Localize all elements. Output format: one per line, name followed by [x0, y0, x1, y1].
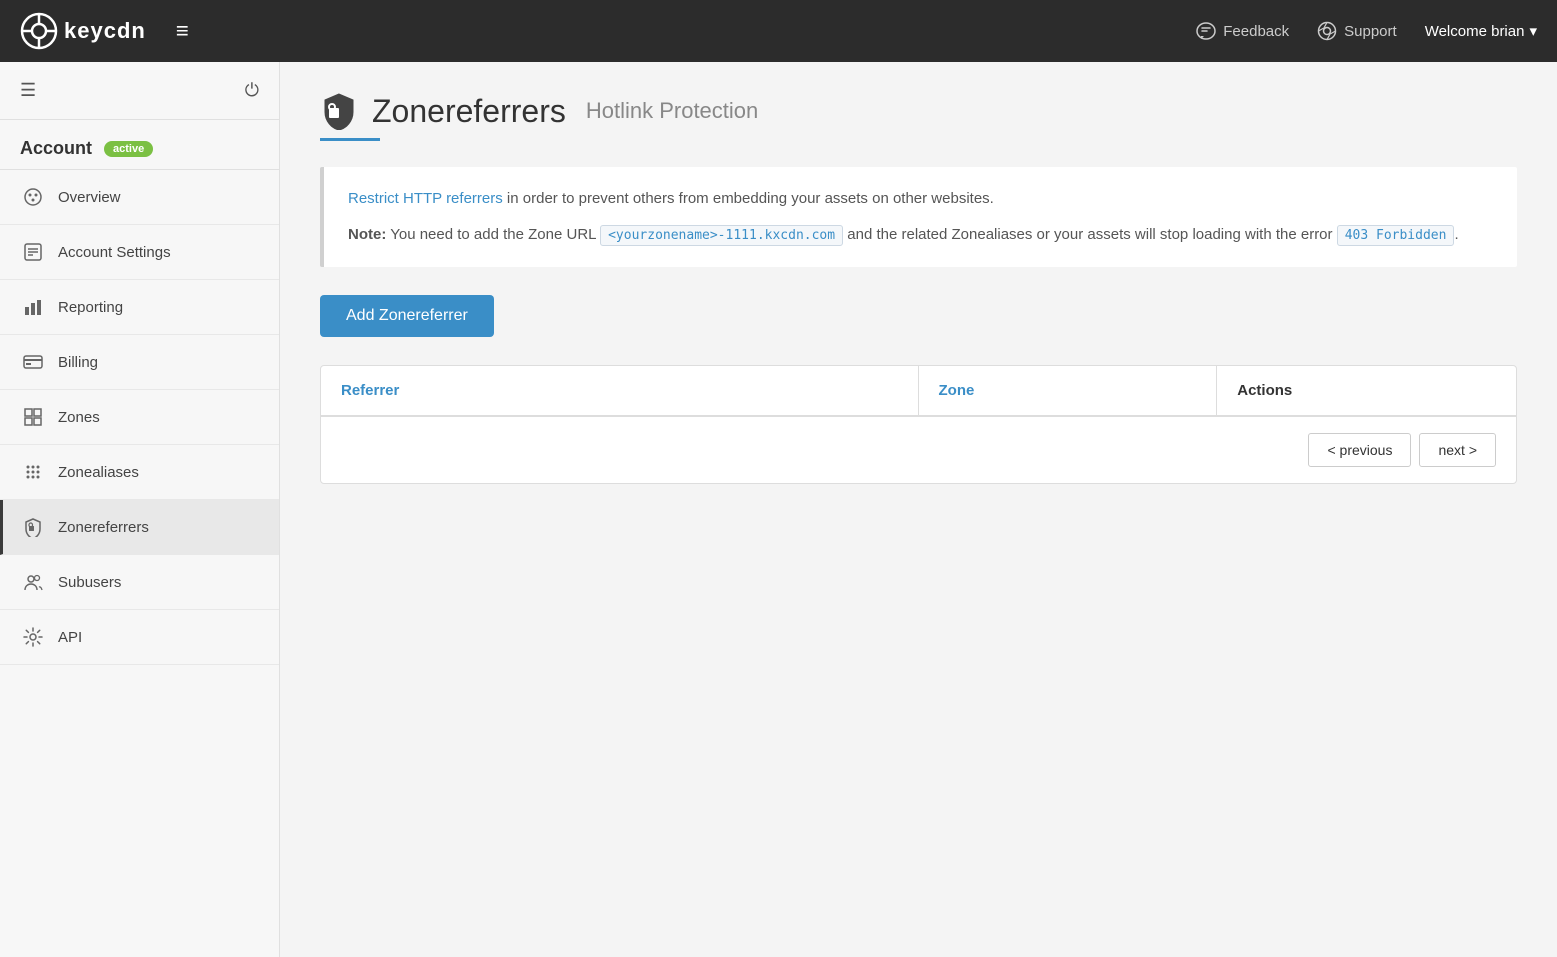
zone-url-code: <yourzonename>-1111.kxcdn.com: [600, 225, 843, 246]
info-line1: Restrict HTTP referrers in order to prev…: [348, 187, 1493, 211]
info-box: Restrict HTTP referrers in order to prev…: [320, 167, 1517, 267]
power-icon[interactable]: ⏻: [245, 80, 259, 101]
sidebar-item-billing[interactable]: Billing: [0, 335, 279, 390]
topnav: keycdn ≡ Feedback Support Welcome brian: [0, 0, 1557, 62]
gear-icon: [22, 626, 44, 648]
table-pagination: < previous next >: [321, 417, 1516, 483]
sidebar-item-label: Zones: [58, 409, 100, 426]
palette-icon: [22, 186, 44, 208]
page-title-underline: [320, 138, 380, 141]
users-icon: [22, 571, 44, 593]
main-layout: ☰ ⏻ Account active Overview Account Sett…: [0, 62, 1557, 957]
table-header: Referrer Zone Actions: [321, 366, 1516, 417]
page-subtitle: Hotlink Protection: [586, 98, 758, 124]
sidebar-item-label: Zonereferrers: [58, 519, 149, 536]
sidebar-item-api[interactable]: API: [0, 610, 279, 665]
bar-chart-icon: [22, 296, 44, 318]
next-button[interactable]: next >: [1419, 433, 1496, 467]
topnav-hamburger[interactable]: ≡: [176, 18, 191, 44]
sidebar-top-controls: ☰ ⏻: [0, 62, 279, 120]
sidebar-item-account-settings[interactable]: Account Settings: [0, 225, 279, 280]
feedback-icon: [1196, 21, 1216, 41]
sidebar-item-label: Account Settings: [58, 244, 171, 261]
add-zonereferrer-button[interactable]: Add Zonereferrer: [320, 295, 494, 337]
account-label: Account: [20, 138, 92, 159]
info-line1-rest: in order to prevent others from embeddin…: [503, 190, 994, 207]
sidebar-item-zonealiases[interactable]: Zonealiases: [0, 445, 279, 500]
sidebar-item-overview[interactable]: Overview: [0, 170, 279, 225]
account-active-badge: active: [104, 141, 153, 157]
page-header-icon: [320, 92, 358, 130]
sidebar-account: Account active: [0, 120, 279, 170]
col-actions: Actions: [1217, 366, 1516, 415]
forbidden-code: 403 Forbidden: [1337, 225, 1455, 246]
info-note: Note: You need to add the Zone URL <your…: [348, 223, 1493, 247]
col-zone: Zone: [919, 366, 1218, 415]
sidebar-item-label: Overview: [58, 189, 121, 206]
info-note-middle: and the related Zonealiases or your asse…: [843, 226, 1337, 243]
sidebar-item-label: Billing: [58, 354, 98, 371]
restrict-http-link[interactable]: Restrict HTTP referrers: [348, 190, 503, 207]
sidebar-item-reporting[interactable]: Reporting: [0, 280, 279, 335]
feedback-link[interactable]: Feedback: [1196, 21, 1289, 41]
logo-icon: [20, 12, 58, 50]
sidebar-item-label: Zonealiases: [58, 464, 139, 481]
topnav-right: Feedback Support Welcome brian ▾: [1196, 21, 1537, 41]
zonereferrers-table: Referrer Zone Actions < previous next >: [320, 365, 1517, 484]
sidebar-nav: Overview Account Settings Reporting Bill…: [0, 170, 279, 665]
support-link[interactable]: Support: [1317, 21, 1397, 41]
sidebar-item-label: API: [58, 629, 82, 646]
main-content: Zonereferrers Hotlink Protection Restric…: [280, 62, 1557, 957]
logo[interactable]: keycdn: [20, 12, 146, 50]
sidebar-item-label: Reporting: [58, 299, 123, 316]
sidebar-hamburger[interactable]: ☰: [20, 80, 36, 101]
welcome-caret: ▾: [1529, 22, 1537, 40]
credit-card-icon: [22, 351, 44, 373]
welcome-menu[interactable]: Welcome brian ▾: [1425, 22, 1537, 40]
sidebar-item-zonereferrers[interactable]: Zonereferrers: [0, 500, 279, 555]
sidebar-item-label: Subusers: [58, 574, 121, 591]
note-label: Note:: [348, 226, 386, 243]
info-note-end: .: [1454, 226, 1458, 243]
logo-text: keycdn: [64, 18, 146, 44]
grid-icon: [22, 406, 44, 428]
feedback-label: Feedback: [1223, 23, 1289, 40]
previous-button[interactable]: < previous: [1308, 433, 1411, 467]
page-header: Zonereferrers Hotlink Protection: [320, 92, 1517, 130]
sidebar-item-zones[interactable]: Zones: [0, 390, 279, 445]
edit-icon: [22, 241, 44, 263]
welcome-text: Welcome brian: [1425, 23, 1525, 40]
sidebar-item-subusers[interactable]: Subusers: [0, 555, 279, 610]
support-label: Support: [1344, 23, 1397, 40]
col-referrer: Referrer: [321, 366, 919, 415]
sidebar: ☰ ⏻ Account active Overview Account Sett…: [0, 62, 280, 957]
shield-icon: [22, 516, 44, 538]
support-icon: [1317, 21, 1337, 41]
shield-icon: [322, 92, 356, 130]
page-title: Zonereferrers: [372, 93, 566, 130]
apps-icon: [22, 461, 44, 483]
info-note-text: You need to add the Zone URL: [386, 226, 600, 243]
